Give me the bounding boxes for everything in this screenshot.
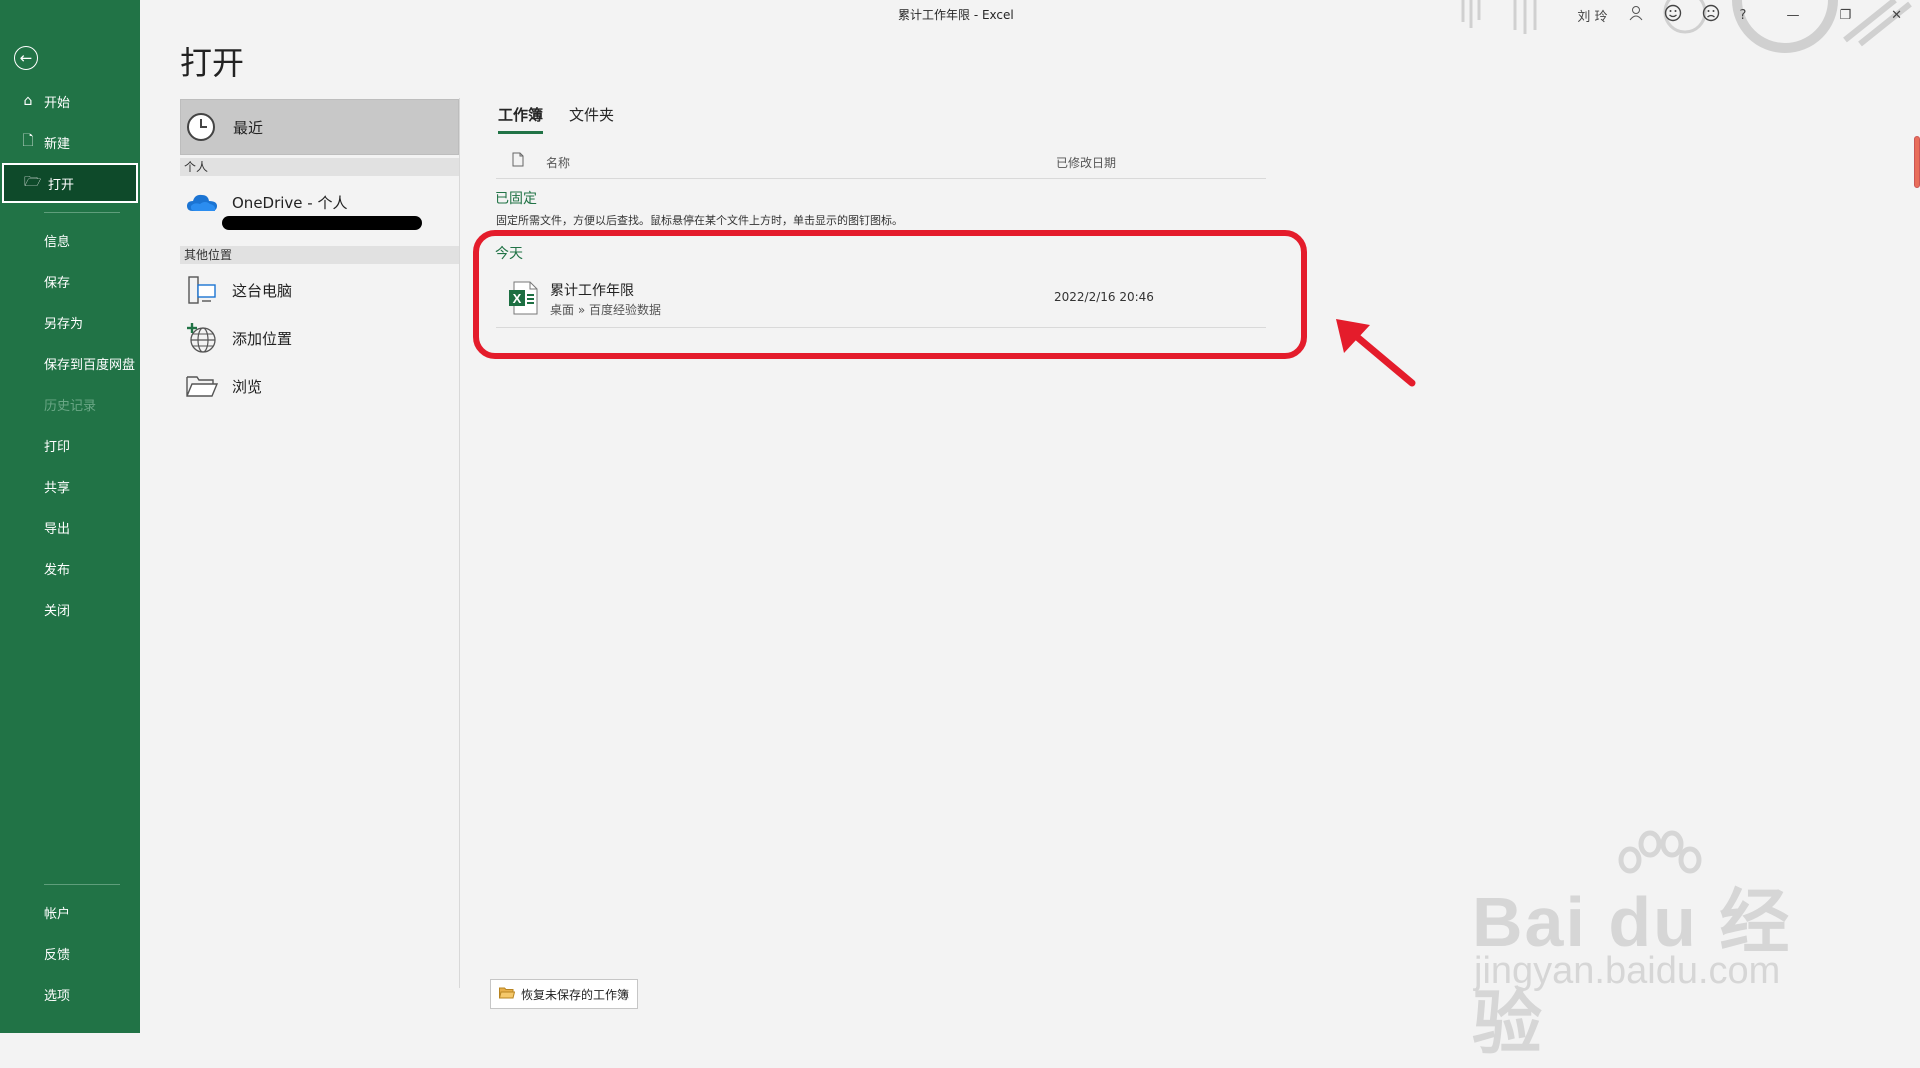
section-header-personal: 个人 [180,158,459,176]
new-doc-icon: 🗋 [22,133,34,149]
nav-history: 历史记录 [44,398,97,414]
location-this-pc[interactable]: 这台电脑 [180,270,459,310]
folder-open-icon [498,987,516,1002]
nav-share[interactable]: 共享 [0,466,140,506]
nav-save-as[interactable]: 另存为 [0,302,140,342]
nav-save-baidu[interactable]: 保存到百度网盘 [0,343,140,383]
window-title: 累计工作年限 - Excel [898,8,1014,22]
globe-add-icon [186,322,218,354]
home-icon: ⌂ [23,93,33,109]
onedrive-cloud-icon [186,186,218,218]
location-browse[interactable]: 浏览 [180,366,459,406]
files-tabs: 工作簿 文件夹 [498,104,640,134]
user-name[interactable]: 刘 玲 [1577,6,1607,25]
tab-workbooks[interactable]: 工作簿 [498,104,544,134]
nav-export[interactable]: 导出 [0,507,140,547]
smile-feedback-icon[interactable] [1664,4,1682,26]
location-recent[interactable]: 最近 [180,99,459,155]
restore-icon[interactable]: ❐ [1839,8,1851,23]
redacted-account-email [222,216,422,230]
annotation-arrow-icon [1336,319,1416,387]
section-header-other: 其他位置 [180,246,459,264]
frown-feedback-icon[interactable] [1702,4,1720,26]
column-name[interactable]: 名称 [546,154,570,171]
nav-publish[interactable]: 发布 [0,548,140,588]
document-icon [512,152,524,170]
minimize-icon[interactable]: — [1786,8,1799,23]
nav-divider-bottom [44,884,120,885]
backstage-nav: ← ⌂ 开始 🗋 新建 🗁 打开 信息 保存 另存为 保存到百度网盘 历史记录 … [0,0,140,1033]
nav-info[interactable]: 信息 [0,220,140,260]
nav-feedback[interactable]: 反馈 [0,933,140,973]
pinned-description: 固定所需文件，方便以后查找。鼠标悬停在某个文件上方时，单击显示的图钉图标。 [496,214,903,227]
annotation-highlight-box [473,230,1307,359]
baidu-jingyan-watermark: Bai du 经验 jingyan.baidu.com [1472,830,1832,1062]
column-divider [459,98,460,988]
nav-close[interactable]: 关闭 [0,589,140,629]
user-avatar-icon[interactable] [1628,5,1644,25]
recover-unsaved-button[interactable]: 恢复未保存的工作簿 [490,979,639,1009]
nav-home[interactable]: ⌂ 开始 [0,81,140,121]
folder-icon [186,370,218,402]
nav-print[interactable]: 打印 [0,425,140,465]
nav-options[interactable]: 选项 [0,974,140,1014]
scrollbar-thumb[interactable] [1914,136,1920,188]
back-arrow-icon[interactable]: ← [14,46,38,70]
clock-icon [187,113,215,141]
tab-folders[interactable]: 文件夹 [569,104,614,134]
page-title: 打开 [180,44,245,82]
group-pinned: 已固定 [495,191,537,207]
nav-new[interactable]: 🗋 新建 [0,122,140,162]
computer-icon [186,274,218,306]
column-modified-date[interactable]: 已修改日期 [1056,154,1116,171]
location-add-place[interactable]: 添加位置 [180,318,459,358]
file-list-header: 名称 已修改日期 [496,152,1266,179]
nav-divider [44,212,120,213]
nav-save[interactable]: 保存 [0,261,140,301]
title-bar-controls: 刘 玲 ? — ❐ ✕ [1567,0,1920,30]
nav-open[interactable]: 🗁 打开 [2,163,138,203]
nav-account[interactable]: 帐户 [0,892,140,932]
help-icon[interactable]: ? [1740,8,1747,23]
close-icon[interactable]: ✕ [1891,8,1902,23]
open-folder-icon: 🗁 [24,174,42,190]
